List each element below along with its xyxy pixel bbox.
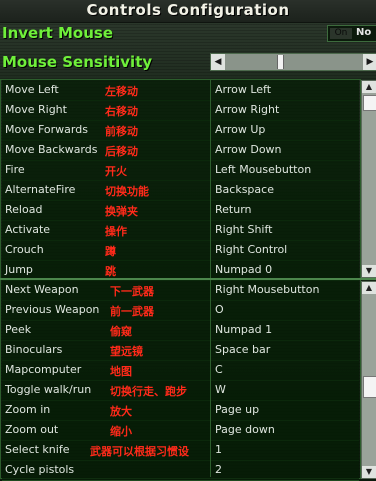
invert-mouse-label: Invert Mouse xyxy=(2,24,114,42)
scrollbar-bottom[interactable]: ▲ ▼ xyxy=(361,281,376,479)
binding-row[interactable]: Zoom in 放大 Page up xyxy=(2,400,359,421)
action-label: Cycle pistols xyxy=(5,463,75,476)
title-bar: Controls Configuration xyxy=(0,0,376,23)
chinese-annotation: 偷窥 xyxy=(110,325,132,338)
key-binding[interactable]: Numpad 0 xyxy=(215,263,272,276)
slider-thumb[interactable] xyxy=(277,55,284,69)
key-binding[interactable]: Right Control xyxy=(215,243,287,256)
key-binding[interactable]: Backspace xyxy=(215,183,274,196)
key-binding[interactable]: O xyxy=(215,303,224,316)
scroll-thumb-top[interactable] xyxy=(363,95,376,111)
binding-row[interactable]: Zoom out 缩小 Page down xyxy=(2,420,359,441)
key-binding[interactable]: 1 xyxy=(215,443,222,456)
action-label: Mapcomputer xyxy=(5,363,82,376)
slider-right-arrow-icon[interactable]: ▶ xyxy=(363,54,376,70)
bindings-panel-bottom: Next Weapon 下一武器 Right Mousebutton Previous… xyxy=(0,279,361,481)
binding-row[interactable]: Binoculars 望远镜 Space bar xyxy=(2,340,359,361)
key-binding[interactable]: Right Shift xyxy=(215,223,272,236)
chinese-annotation: 开火 xyxy=(105,165,127,178)
action-label: Jump xyxy=(5,263,33,276)
scroll-thumb-bottom[interactable] xyxy=(363,376,376,398)
slider-left-arrow-icon[interactable]: ◀ xyxy=(211,54,225,70)
action-label: Crouch xyxy=(5,243,44,256)
key-binding[interactable]: Page up xyxy=(215,403,259,416)
binding-row[interactable]: Mapcomputer 地图 C xyxy=(2,360,359,381)
action-label: Toggle walk/run xyxy=(5,383,92,396)
binding-row[interactable]: Move Backwards 后移动 Arrow Down xyxy=(2,140,359,161)
key-binding[interactable]: C xyxy=(215,363,223,376)
chinese-annotation: 前一武器 xyxy=(110,305,154,318)
scroll-up-icon[interactable]: ▲ xyxy=(362,81,376,93)
binding-row[interactable]: Select knife 武器可以根据习惯设 1 xyxy=(2,440,359,461)
action-label: Fire xyxy=(5,163,25,176)
key-binding[interactable]: Numpad 1 xyxy=(215,323,272,336)
page-title: Controls Configuration xyxy=(86,1,290,19)
action-label: Next Weapon xyxy=(5,283,79,296)
chinese-annotation: 换弹夹 xyxy=(105,205,138,218)
action-label: AlternateFire xyxy=(5,183,76,196)
binding-row[interactable]: Previous Weapon 前一武器 O xyxy=(2,300,359,321)
action-label: Binoculars xyxy=(5,343,63,356)
mouse-sensitivity-slider[interactable]: ◀ ▶ xyxy=(210,53,376,71)
binding-row[interactable]: Fire 开火 Left Mousebutton xyxy=(2,160,359,181)
binding-row[interactable]: Move Left 左移动 Arrow Left xyxy=(2,80,359,101)
toggle-off-option[interactable]: No xyxy=(356,27,371,38)
key-binding[interactable]: Return xyxy=(215,203,252,216)
toggle-on-option[interactable]: On xyxy=(330,28,352,39)
binding-row[interactable]: Next Weapon 下一武器 Right Mousebutton xyxy=(2,280,359,301)
action-label: Zoom in xyxy=(5,403,51,416)
binding-row[interactable]: Move Right 右移动 Arrow Right xyxy=(2,100,359,121)
key-binding[interactable]: Arrow Right xyxy=(215,103,279,116)
chinese-annotation: 蹲 xyxy=(105,245,116,258)
chinese-annotation: 切换功能 xyxy=(105,185,149,198)
key-binding[interactable]: Space bar xyxy=(215,343,270,356)
action-label: Previous Weapon xyxy=(5,303,100,316)
chinese-annotation: 左移动 xyxy=(105,85,138,98)
action-label: Move Right xyxy=(5,103,67,116)
binding-row[interactable]: AlternateFire 切换功能 Backspace xyxy=(2,180,359,201)
binding-row[interactable]: Activate 操作 Right Shift xyxy=(2,220,359,241)
chinese-annotation: 武器可以根据习惯设 xyxy=(90,445,189,458)
scroll-down-icon[interactable]: ▼ xyxy=(362,466,376,478)
key-binding[interactable]: Arrow Left xyxy=(215,83,271,96)
chinese-annotation: 前移动 xyxy=(105,125,138,138)
invert-mouse-toggle[interactable]: On No xyxy=(327,25,376,42)
action-label: Move Backwards xyxy=(5,143,98,156)
chinese-annotation: 下一武器 xyxy=(110,285,154,298)
binding-row[interactable]: Toggle walk/run 切换行走、跑步 W xyxy=(2,380,359,401)
key-binding[interactable]: Right Mousebutton xyxy=(215,283,319,296)
chinese-annotation: 望远镜 xyxy=(110,345,143,358)
key-binding[interactable]: Left Mousebutton xyxy=(215,163,311,176)
binding-row[interactable]: Reload 换弹夹 Return xyxy=(2,200,359,221)
chinese-annotation: 切换行走、跑步 xyxy=(110,385,187,398)
section-divider xyxy=(0,278,376,280)
chinese-annotation: 跳 xyxy=(105,265,116,278)
key-binding[interactable]: Arrow Down xyxy=(215,143,282,156)
mouse-sensitivity-label: Mouse Sensitivity xyxy=(2,53,153,71)
key-binding[interactable]: W xyxy=(215,383,226,396)
chinese-annotation: 操作 xyxy=(105,225,127,238)
action-label: Move Left xyxy=(5,83,59,96)
binding-row[interactable]: Move Forwards 前移动 Arrow Up xyxy=(2,120,359,141)
chinese-annotation: 缩小 xyxy=(110,425,132,438)
action-label: Select knife xyxy=(5,443,70,456)
scroll-up-icon[interactable]: ▲ xyxy=(362,282,376,294)
chinese-annotation: 后移动 xyxy=(105,145,138,158)
chinese-annotation: 放大 xyxy=(110,405,132,418)
action-label: Activate xyxy=(5,223,51,236)
scroll-down-icon[interactable]: ▼ xyxy=(362,265,376,277)
action-label: Reload xyxy=(5,203,43,216)
binding-row[interactable]: Crouch 蹲 Right Control xyxy=(2,240,359,261)
key-binding[interactable]: Page down xyxy=(215,423,275,436)
binding-row[interactable]: Peek 偷窥 Numpad 1 xyxy=(2,320,359,341)
action-label: Peek xyxy=(5,323,32,336)
action-label: Zoom out xyxy=(5,423,59,436)
key-binding[interactable]: 2 xyxy=(215,463,222,476)
chinese-annotation: 右移动 xyxy=(105,105,138,118)
action-label: Move Forwards xyxy=(5,123,88,136)
chinese-annotation: 地图 xyxy=(110,365,132,378)
key-binding[interactable]: Arrow Up xyxy=(215,123,265,136)
